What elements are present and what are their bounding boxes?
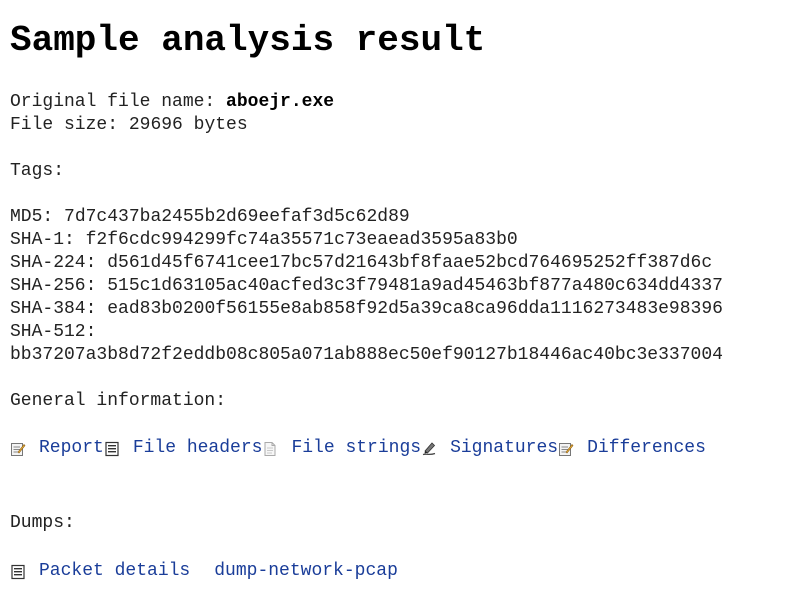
- hash-label: SHA-256:: [10, 276, 97, 296]
- packet-details-link-label[interactable]: Packet details: [39, 560, 190, 583]
- file-headers-icon: [104, 441, 120, 457]
- file-headers-link[interactable]: File headers: [104, 437, 263, 460]
- hash-label: SHA-512:: [10, 322, 97, 342]
- page: Sample analysis result Original file nam…: [0, 0, 800, 592]
- hash-label: MD5:: [10, 207, 54, 227]
- dumps-label: Dumps:: [10, 513, 75, 533]
- dumps-section: Dumps:: [10, 512, 75, 535]
- signatures-icon: [421, 441, 437, 457]
- file-name-label: Original file name:: [10, 92, 216, 112]
- file-name-value: aboejr.exe: [226, 92, 335, 112]
- general-label: General information:: [10, 391, 227, 411]
- hash-value: f2f6cdc994299fc74a35571c73eaead3595a83b0: [85, 230, 518, 250]
- differences-link-label[interactable]: Differences: [587, 437, 706, 460]
- file-headers-link-label[interactable]: File headers: [133, 437, 263, 460]
- hash-label: SHA-1:: [10, 230, 75, 250]
- dumps-links: Packet details dump-network-pcap: [10, 560, 398, 583]
- file-info: Original file name: aboejr.exe File size…: [10, 91, 334, 137]
- packet-details-icon: [10, 564, 26, 580]
- dump-network-pcap-link[interactable]: dump-network-pcap: [214, 560, 398, 583]
- signatures-link[interactable]: Signatures: [421, 437, 558, 460]
- general-section: General information:: [10, 390, 226, 413]
- hash-sha512: SHA-512:: [10, 321, 723, 344]
- file-strings-link-label[interactable]: File strings: [291, 437, 421, 460]
- report-link[interactable]: Report: [10, 437, 104, 460]
- page-title: Sample analysis result: [10, 20, 486, 61]
- hash-sha1: SHA-1: f2f6cdc994299fc74a35571c73eaead35…: [10, 229, 723, 252]
- file-size-value: 29696 bytes: [128, 115, 248, 135]
- report-icon: [10, 441, 26, 457]
- hash-value: 7d7c437ba2455b2d69eefaf3d5c62d89: [64, 207, 410, 227]
- signatures-link-label[interactable]: Signatures: [450, 437, 558, 460]
- tags-section: Tags:: [10, 160, 64, 183]
- hash-value: bb37207a3b8d72f2eddb08c805a071ab888ec50e…: [10, 345, 723, 365]
- hash-sha512-value-line: bb37207a3b8d72f2eddb08c805a071ab888ec50e…: [10, 344, 723, 367]
- file-strings-icon: [262, 441, 278, 457]
- hash-label: SHA-224:: [10, 253, 97, 273]
- hash-label: SHA-384:: [10, 299, 97, 319]
- differences-icon: [558, 441, 574, 457]
- packet-details-link[interactable]: Packet details: [10, 560, 190, 583]
- hash-sha256: SHA-256: 515c1d63105ac40acfed3c3f79481a9…: [10, 275, 723, 298]
- hash-md5: MD5: 7d7c437ba2455b2d69eefaf3d5c62d89: [10, 206, 723, 229]
- hash-sha384: SHA-384: ead83b0200f56155e8ab858f92d5a39…: [10, 298, 723, 321]
- tags-label: Tags:: [10, 161, 65, 181]
- differences-link[interactable]: Differences: [558, 437, 706, 460]
- hash-sha224: SHA-224: d561d45f6741cee17bc57d21643bf8f…: [10, 252, 723, 275]
- file-size-label: File size:: [10, 115, 119, 135]
- hash-value: 515c1d63105ac40acfed3c3f79481a9ad45463bf…: [107, 276, 723, 296]
- hash-value: ead83b0200f56155e8ab858f92d5a39ca8ca96dd…: [107, 299, 723, 319]
- hash-value: d561d45f6741cee17bc57d21643bf8faae52bcd7…: [107, 253, 713, 273]
- hashes-section: MD5: 7d7c437ba2455b2d69eefaf3d5c62d89 SH…: [10, 206, 723, 367]
- file-strings-link[interactable]: File strings: [262, 437, 421, 460]
- report-link-label[interactable]: Report: [39, 437, 104, 460]
- general-links: Report File headers File strings Signatu…: [10, 437, 706, 460]
